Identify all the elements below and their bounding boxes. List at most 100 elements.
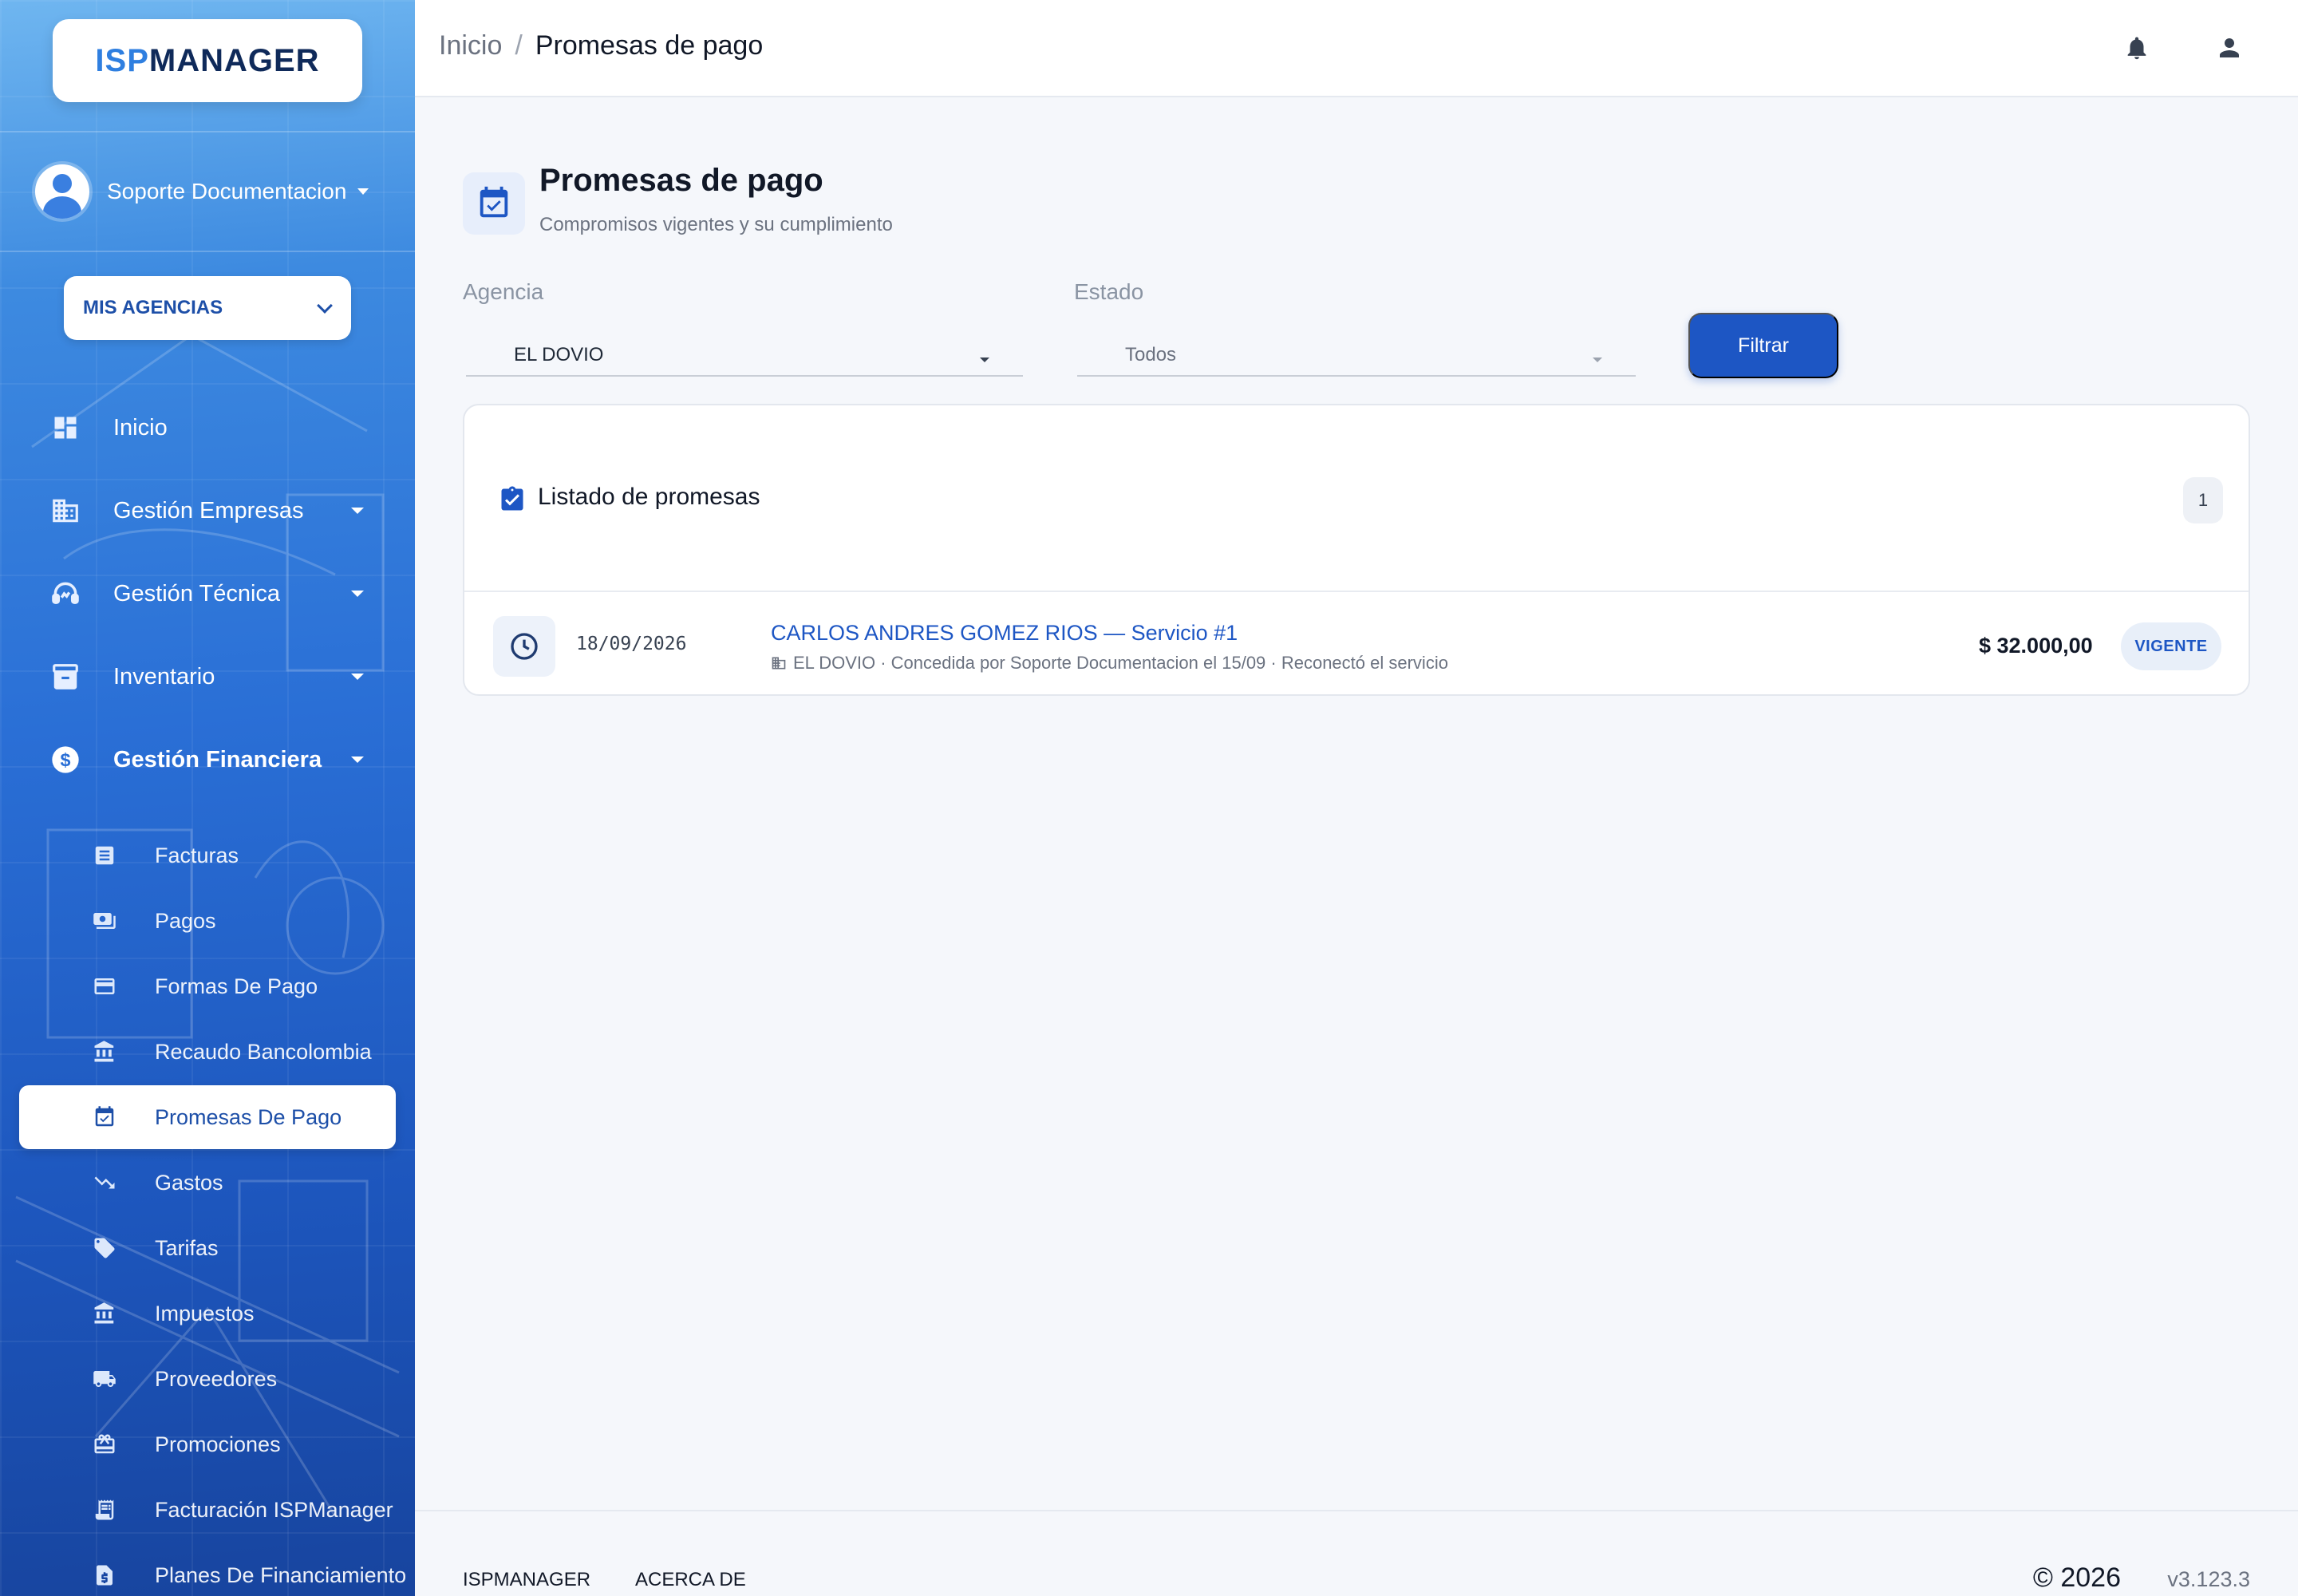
caret-down-icon: [351, 508, 364, 514]
event-check-icon: [91, 1104, 118, 1131]
sidebar-divider: [0, 131, 415, 132]
footer-version: v3.123.3: [2167, 1567, 2250, 1591]
footer-copyright: © 2026: [2032, 1562, 2121, 1593]
footer: ISPMANAGER ACERCA DE © 2026 v3.123.3: [415, 1510, 2298, 1596]
svg-text:$: $: [61, 749, 71, 770]
bank-icon: [91, 1038, 118, 1065]
sidebar-item-label: Planes De Financiamiento: [155, 1562, 407, 1587]
caret-down-icon: [980, 358, 989, 362]
sidebar-item-facturacion-ispmanager[interactable]: Facturación ISPManager: [19, 1478, 396, 1542]
sidebar-item-label: Promociones: [155, 1432, 281, 1456]
sidebar-item-facturas[interactable]: Facturas: [19, 824, 396, 887]
sidebar-item-impuestos[interactable]: Impuestos: [19, 1282, 396, 1345]
assignment-check-icon: [501, 486, 523, 511]
mis-agencias-button[interactable]: MIS AGENCIAS: [64, 276, 351, 340]
calendar-check-icon: [463, 172, 525, 235]
logo-manager: MANAGER: [148, 42, 320, 78]
nav-item-gestion-tecnica[interactable]: Gestión Técnica: [0, 562, 415, 626]
bank-icon: [91, 1300, 118, 1327]
promise-client-link[interactable]: CARLOS ANDRES GOMEZ RIOS — Servicio #1: [771, 621, 1238, 646]
trend-down-icon: [91, 1169, 118, 1196]
truck-icon: [91, 1365, 118, 1393]
card-header: Listado de promesas 1: [464, 405, 2249, 592]
building-icon: [772, 657, 786, 670]
sidebar-item-label: Pagos: [155, 908, 216, 933]
sidebar: ISPMANAGER Soporte Documentacion MIS AGE…: [0, 0, 415, 1596]
breadcrumb-home-link[interactable]: Inicio: [439, 30, 502, 61]
nav-item-inventario[interactable]: Inventario: [0, 645, 415, 709]
list-item[interactable]: 18/09/2026 CARLOS ANDRES GOMEZ RIOS — Se…: [464, 594, 2249, 696]
sidebar-item-proveedores[interactable]: Proveedores: [19, 1347, 396, 1411]
estado-label: Estado: [1074, 279, 1144, 304]
sidebar-item-gastos[interactable]: Gastos: [19, 1151, 396, 1215]
sidebar-item-planes-de-financiamiento[interactable]: Planes De Financiamiento: [19, 1543, 406, 1596]
breadcrumb-current: Promesas de pago: [535, 30, 764, 61]
agencia-select[interactable]: EL DOVIO: [466, 335, 1023, 377]
avatar: [35, 164, 89, 219]
bell-icon[interactable]: [2119, 30, 2154, 65]
promise-amount: $ 32.000,00: [1979, 634, 2093, 658]
nav-item-label: Gestión Financiera: [113, 746, 322, 772]
sidebar-item-label: Promesas De Pago: [155, 1104, 342, 1129]
nav-item-gestion-financiera[interactable]: $ Gestión Financiera: [0, 728, 415, 792]
promise-date: 18/09/2026: [576, 634, 687, 654]
caret-down-icon: [1593, 358, 1602, 362]
sidebar-item-promesas-de-pago[interactable]: Promesas De Pago: [19, 1085, 396, 1149]
sidebar-item-promociones[interactable]: Promociones: [19, 1412, 396, 1476]
sidebar-item-label: Impuestos: [155, 1301, 255, 1325]
money-icon: [91, 907, 118, 934]
logo[interactable]: ISPMANAGER: [53, 19, 362, 102]
count-badge: 1: [2183, 477, 2223, 523]
estado-select[interactable]: Todos: [1077, 335, 1636, 377]
dashboard-icon: [49, 412, 81, 444]
tag-icon: [91, 1235, 118, 1262]
sidebar-item-label: Facturación ISPManager: [155, 1497, 393, 1522]
caret-down-icon: [357, 188, 369, 195]
card-title: Listado de promesas: [538, 484, 760, 510]
mis-agencias-label: MIS AGENCIAS: [83, 297, 223, 318]
breadcrumb-separator: /: [515, 30, 523, 61]
nav-item-label: Gestión Técnica: [113, 580, 281, 606]
nav-item-inicio[interactable]: Inicio: [0, 396, 415, 460]
chevron-down-icon: [317, 298, 333, 314]
dollar-circle-icon: $: [49, 744, 81, 776]
promise-meta: EL DOVIO · Concedida por Soporte Documen…: [771, 653, 1448, 674]
page-subtitle: Compromisos vigentes y su cumplimiento: [539, 214, 893, 235]
document-dollar-icon: [91, 1562, 118, 1589]
sidebar-item-tarifas[interactable]: Tarifas: [19, 1216, 396, 1280]
gift-icon: [91, 1431, 118, 1458]
caret-down-icon: [351, 591, 364, 597]
sidebar-item-label: Tarifas: [155, 1235, 219, 1260]
footer-ispmanager-link[interactable]: ISPMANAGER: [463, 1569, 590, 1591]
nav-item-label: Gestión Empresas: [113, 497, 304, 523]
nav-item-gestion-empresas[interactable]: Gestión Empresas: [0, 479, 415, 543]
receipt-icon: [91, 842, 118, 869]
user-menu[interactable]: Soporte Documentacion: [35, 163, 386, 220]
sidebar-item-formas-de-pago[interactable]: Formas De Pago: [19, 954, 396, 1018]
caret-down-icon: [351, 674, 364, 680]
promesas-card: Listado de promesas 1 18/09/2026 CARLOS …: [463, 404, 2250, 696]
sidebar-item-label: Gastos: [155, 1170, 223, 1195]
breadcrumb: Inicio / Promesas de pago: [439, 30, 763, 61]
clock-icon: [493, 616, 555, 677]
sidebar-item-pagos[interactable]: Pagos: [19, 889, 396, 953]
topbar: Inicio / Promesas de pago: [415, 0, 2298, 97]
promise-meta-text: EL DOVIO · Concedida por Soporte Documen…: [793, 653, 1448, 673]
sidebar-item-label: Formas De Pago: [155, 974, 318, 998]
sidebar-divider: [0, 251, 415, 252]
nav-item-label: Inicio: [113, 414, 168, 440]
user-icon[interactable]: [2212, 30, 2247, 65]
invoice-icon: [91, 1496, 118, 1523]
agencia-select-value: EL DOVIO: [514, 344, 604, 365]
card-icon: [91, 973, 118, 1000]
logo-isp: ISP: [95, 42, 149, 78]
filtrar-button[interactable]: Filtrar: [1688, 313, 1838, 378]
archive-icon: [49, 661, 81, 693]
sidebar-item-label: Recaudo Bancolombia: [155, 1039, 372, 1064]
footer-acerca-de-link[interactable]: ACERCA DE: [635, 1569, 746, 1591]
page-title: Promesas de pago: [539, 163, 823, 198]
sidebar-item-recaudo-bancolombia[interactable]: Recaudo Bancolombia: [19, 1020, 396, 1084]
estado-select-value: Todos: [1125, 344, 1177, 365]
sidebar-item-label: Facturas: [155, 843, 239, 867]
building-icon: [49, 495, 81, 527]
